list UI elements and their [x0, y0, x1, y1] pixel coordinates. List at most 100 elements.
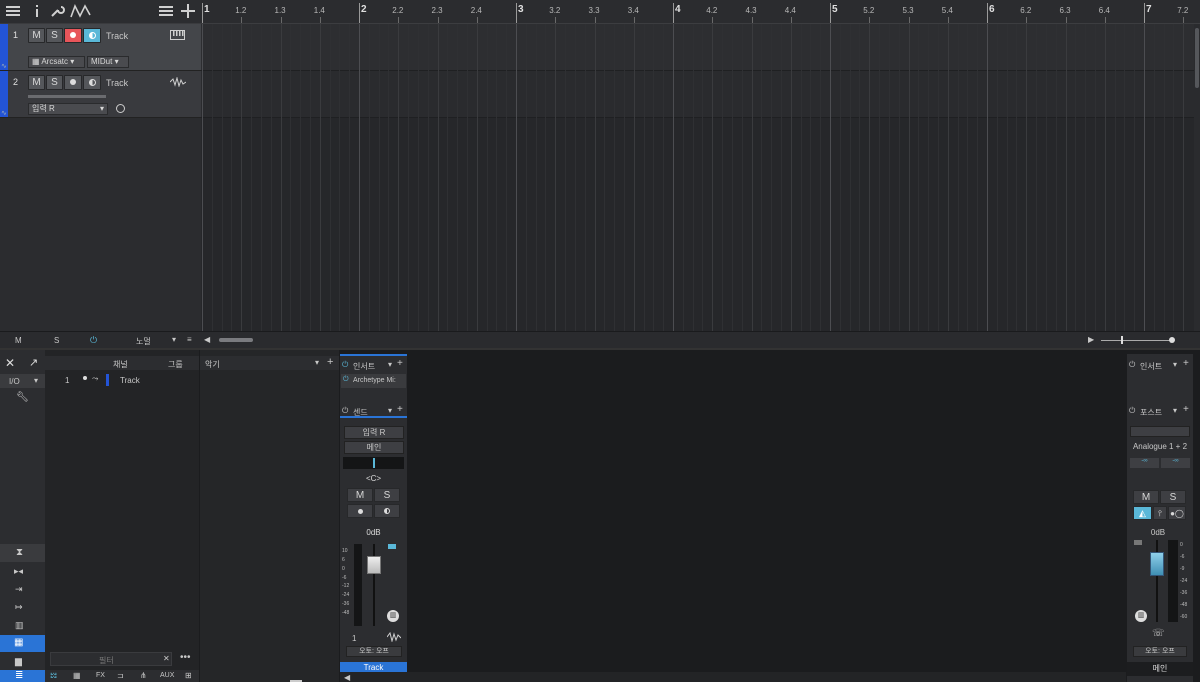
output-selector[interactable]: 메인	[344, 441, 404, 454]
horizontal-scrollbar-thumb[interactable]	[219, 338, 253, 342]
pan-knob[interactable]	[343, 457, 404, 469]
add-icon[interactable]: +	[397, 404, 403, 415]
chevron-down-icon[interactable]: ▾	[1173, 406, 1177, 415]
volume-slider[interactable]	[28, 95, 106, 98]
master-fader-handle[interactable]	[1150, 552, 1164, 576]
arrange-view[interactable]	[201, 24, 1194, 331]
list-options-icon[interactable]: ≡	[187, 335, 192, 344]
audio-tab-icon[interactable]: 𝍌	[50, 671, 57, 680]
power-icon[interactable]: ⏻	[343, 376, 349, 384]
midi-output-dropdown[interactable]: MIDut ▾	[87, 56, 129, 68]
list-options-icon[interactable]	[157, 3, 175, 21]
timeline-ruler[interactable]: 1 1.2 1.3 1.4 2 2.2 2.3 2.4 3 3.2 3.3 3.4 4 4.2 4.3 4.4…	[201, 0, 1200, 24]
scroll-right-icon[interactable]: ▶	[1088, 335, 1094, 344]
aux-tab[interactable]: AUX	[160, 672, 174, 679]
input-selector[interactable]: 입력 R	[344, 426, 404, 439]
chevron-down-icon[interactable]: ▾	[315, 358, 319, 367]
solo-button[interactable]: S	[1160, 490, 1186, 504]
mixer-scrollbar[interactable]: ◀	[340, 672, 1126, 682]
solo-button[interactable]: S	[46, 28, 63, 43]
fold-icon[interactable]: ▸◂	[0, 563, 45, 580]
monitor-button[interactable]	[83, 28, 101, 43]
record-button[interactable]	[347, 504, 373, 518]
power-icon[interactable]: ⏻	[1129, 360, 1135, 370]
scroll-left-icon[interactable]: ◀	[204, 335, 210, 344]
chevron-down-icon[interactable]: ▾	[388, 360, 392, 369]
track-name[interactable]: Track	[106, 31, 128, 41]
detach-icon[interactable]: ↗	[29, 356, 38, 369]
chevron-down-icon[interactable]: ▾	[1173, 360, 1177, 369]
monitor-button[interactable]	[374, 504, 400, 518]
master-name-label[interactable]: 메인	[1127, 662, 1193, 676]
add-icon[interactable]: +	[397, 358, 403, 369]
more-icon[interactable]: •••	[180, 652, 191, 663]
record-button[interactable]	[64, 28, 82, 43]
input-icon[interactable]: ⇥	[0, 581, 45, 598]
channel-column-header[interactable]: 채널	[113, 359, 128, 370]
fx-tab[interactable]: FX	[96, 672, 105, 679]
bus-tab-icon[interactable]: ⊐	[117, 671, 124, 680]
wrench-icon[interactable]	[48, 3, 66, 21]
input-dropdown[interactable]: 입력 R ▾	[28, 103, 108, 115]
link-button[interactable]: ●◯	[1168, 506, 1186, 520]
power-icon[interactable]: ⏻	[90, 335, 97, 346]
insert-slot[interactable]: ⏻ Archetype Mi:	[341, 374, 406, 388]
scroll-left-icon[interactable]: ◀	[344, 673, 350, 682]
keyboard-icon[interactable]: ▦	[0, 635, 45, 652]
menu-icon[interactable]	[4, 3, 22, 21]
master-pan-left[interactable]: -∞	[1130, 458, 1159, 468]
mute-button[interactable]: M	[28, 75, 45, 90]
power-icon[interactable]: ⏻	[342, 406, 348, 416]
add-track-icon[interactable]	[179, 3, 197, 21]
group-column-header[interactable]: 그룹	[168, 359, 183, 370]
clear-icon[interactable]: ✕	[163, 654, 170, 663]
add-icon[interactable]: +	[1183, 404, 1189, 415]
master-output-label[interactable]: Analogue 1 + 2	[1127, 442, 1193, 451]
add-icon[interactable]: +	[327, 356, 333, 368]
channel-row[interactable]: 1 ⤳ Track	[45, 373, 199, 387]
filter-input[interactable]: 필터 ✕	[50, 652, 172, 666]
volume-fader[interactable]	[366, 544, 382, 626]
power-icon[interactable]: ⏻	[342, 360, 348, 370]
scrollbar-thumb[interactable]	[1195, 28, 1199, 88]
automation-icon[interactable]	[70, 3, 92, 21]
power-icon[interactable]: ⏻	[1129, 406, 1135, 416]
mute-button[interactable]: M	[347, 488, 373, 502]
expand-icon[interactable]: ∿	[1, 62, 7, 70]
instrument-dropdown[interactable]: ▦ Arcsatc ▾	[28, 56, 85, 68]
meter-mode-icon[interactable]: ▥	[1135, 610, 1147, 622]
info-icon[interactable]	[28, 3, 46, 21]
vertical-scrollbar[interactable]	[1194, 24, 1200, 331]
track-header-1[interactable]: 1 M S Track ▦ Arcsatc ▾ MIDut ▾ ∿	[0, 24, 201, 71]
monitor-speaker-icon[interactable]: ☏	[1152, 628, 1165, 639]
track-name[interactable]: Track	[106, 78, 128, 88]
zoom-slider-track[interactable]	[1101, 340, 1171, 341]
monitor-circle-icon[interactable]	[116, 104, 125, 113]
mute-all-button[interactable]: M	[15, 336, 22, 345]
chevron-down-icon[interactable]: ▾	[388, 406, 392, 415]
meter-mode-icon[interactable]: ▥	[387, 610, 399, 622]
master-automation-mode[interactable]: 오토: 오프	[1133, 646, 1187, 657]
track-header-2[interactable]: 2 M S Track 입력 R ▾ ∿	[0, 71, 201, 118]
add-icon[interactable]: +	[1183, 358, 1189, 369]
master-volume-fader[interactable]	[1149, 540, 1165, 622]
mono-button[interactable]: ⫯	[1153, 506, 1167, 520]
solo-button[interactable]: S	[374, 488, 400, 502]
master-input-selector[interactable]	[1130, 426, 1190, 437]
bar-chart-icon[interactable]: ▆	[0, 653, 45, 670]
zoom-slider-handle[interactable]	[1121, 336, 1123, 344]
output-icon[interactable]: ↦	[0, 599, 45, 616]
master-pan-right[interactable]: -∞	[1161, 458, 1190, 468]
instrument-view-icon[interactable]: ▥	[0, 617, 45, 634]
instrument-tab-icon[interactable]: ▦	[73, 671, 81, 680]
record-button[interactable]	[64, 75, 82, 90]
close-icon[interactable]: ✕	[5, 356, 15, 370]
solo-all-button[interactable]: S	[54, 336, 59, 345]
solo-button[interactable]: S	[46, 75, 63, 90]
list-view-icon[interactable]: ≣	[0, 670, 45, 682]
mute-button[interactable]: M	[1133, 490, 1159, 504]
fader-handle[interactable]	[367, 556, 381, 574]
chevron-down-icon[interactable]: ▾	[172, 335, 176, 344]
vca-tab-icon[interactable]: ⋔	[140, 671, 147, 680]
dim-button[interactable]: ◭	[1133, 506, 1152, 520]
